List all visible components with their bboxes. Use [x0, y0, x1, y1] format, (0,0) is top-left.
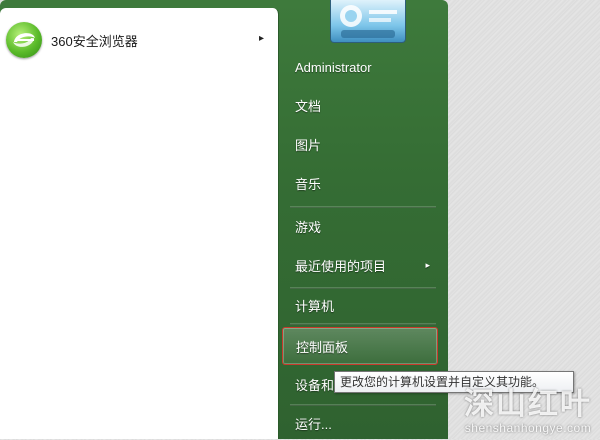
program-label: 360安全浏览器 — [51, 33, 138, 49]
menu-item-recent-items[interactable]: 最近使用的项目 ▸ — [282, 248, 438, 282]
watermark-title: 深山红叶 — [464, 388, 592, 421]
menu-item-label: 控制面板 — [296, 339, 349, 355]
watermark-url: shenshanhongye.com — [464, 421, 592, 435]
submenu-arrow-icon: ▸ — [425, 259, 430, 270]
user-picture-icon[interactable] — [330, 0, 406, 43]
menu-item-administrator[interactable]: Administrator — [282, 50, 438, 84]
menu-item-label: 运行... — [295, 416, 332, 432]
menu-item-computer[interactable]: 计算机 — [282, 288, 438, 322]
program-list-pane: 360安全浏览器 ▸ — [0, 8, 279, 439]
menu-item-games[interactable]: 游戏 — [282, 209, 438, 243]
menu-item-label: 文档 — [295, 98, 322, 114]
menu-item-label: 图片 — [295, 137, 322, 153]
menu-item-label: 设备和 — [295, 377, 335, 393]
menu-item-control-panel[interactable]: 控制面板 — [282, 327, 438, 365]
menu-item-label: 音乐 — [295, 176, 322, 192]
menu-item-run[interactable]: 运行... — [282, 406, 438, 440]
menu-item-label: Administrator — [295, 59, 372, 75]
menu-item-label: 计算机 — [295, 298, 335, 314]
menu-item-documents[interactable]: 文档 — [282, 88, 438, 122]
menu-separator — [290, 323, 436, 325]
menu-separator — [290, 206, 436, 208]
program-item-360-browser[interactable]: 360安全浏览器 ▸ — [4, 20, 272, 60]
menu-item-music[interactable]: 音乐 — [282, 166, 438, 200]
menu-item-label: 最近使用的项目 — [295, 258, 387, 274]
site-watermark: 深山红叶 shenshanhongye.com — [464, 388, 592, 436]
360-browser-icon — [6, 22, 42, 58]
submenu-arrow-icon: ▸ — [258, 33, 264, 44]
menu-item-label: 游戏 — [295, 219, 322, 235]
menu-item-pictures[interactable]: 图片 — [282, 127, 438, 161]
